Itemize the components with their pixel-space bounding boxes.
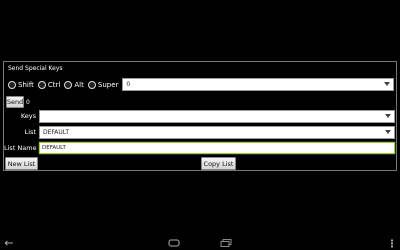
recent-apps-icon[interactable] <box>220 239 232 247</box>
alt-label: Alt <box>74 80 84 89</box>
send-count: 0 <box>26 99 30 106</box>
key-select-value: 0 <box>126 81 131 88</box>
list-select[interactable]: DEFAULT <box>39 126 395 139</box>
modifier-super[interactable]: Super <box>87 80 121 89</box>
send-special-keys-panel: Send Special Keys Shift Ctrl Alt Super 0 <box>3 61 397 171</box>
shift-radio[interactable] <box>8 80 16 89</box>
keys-label: Keys <box>20 112 36 120</box>
new-list-button[interactable]: New List <box>5 157 38 170</box>
super-radio[interactable] <box>87 80 96 89</box>
dropdown-arrow-icon <box>384 82 390 86</box>
alt-radio[interactable] <box>64 80 73 89</box>
modifier-alt[interactable]: Alt <box>64 80 85 89</box>
modifier-row: Shift Ctrl Alt Super 0 <box>8 77 394 92</box>
navigation-bar <box>0 237 400 250</box>
shift-label: Shift <box>18 80 34 89</box>
ctrl-label: Ctrl <box>47 80 61 89</box>
keys-select[interactable] <box>39 110 395 123</box>
modifier-shift[interactable]: Shift <box>8 80 36 89</box>
super-label: Super <box>97 80 119 89</box>
list-name-input[interactable]: DEFAULT <box>39 142 395 154</box>
dropdown-arrow-icon <box>385 114 391 118</box>
menu-icon[interactable] <box>388 239 396 248</box>
back-icon[interactable] <box>4 240 14 247</box>
key-select[interactable]: 0 <box>122 78 394 91</box>
list-label: List <box>24 128 36 136</box>
ctrl-radio[interactable] <box>37 80 46 89</box>
home-icon[interactable] <box>168 239 180 247</box>
list-select-value: DEFAULT <box>43 129 69 136</box>
send-button[interactable]: Send <box>6 96 24 108</box>
modifier-ctrl[interactable]: Ctrl <box>37 80 62 89</box>
copy-list-button[interactable]: Copy List <box>201 157 236 170</box>
list-name-label: List Name <box>4 144 37 152</box>
panel-title: Send Special Keys <box>8 65 63 72</box>
dropdown-arrow-icon <box>385 130 391 134</box>
screen: Send Special Keys Shift Ctrl Alt Super 0 <box>0 0 400 250</box>
